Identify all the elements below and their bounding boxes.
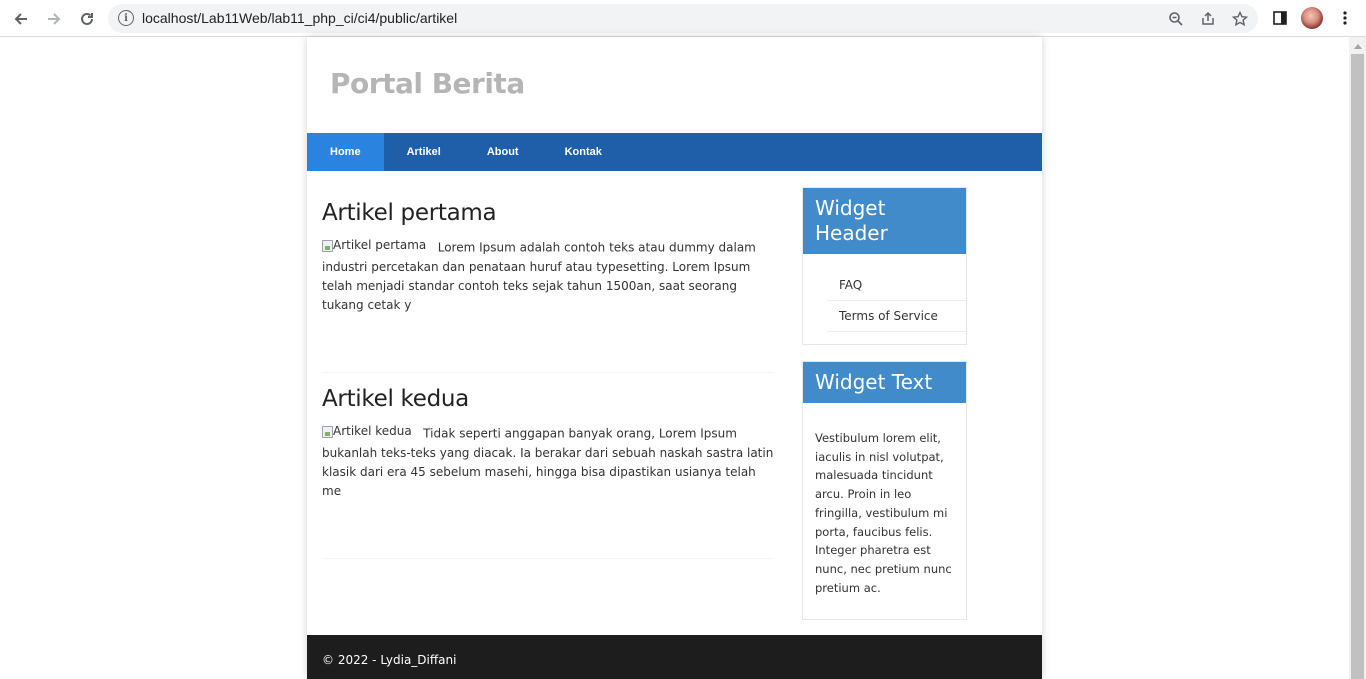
zoom-icon[interactable] <box>1165 8 1187 30</box>
article-item: Artikel kedua Artikel kedua Tidak sepert… <box>322 386 774 559</box>
article-title[interactable]: Artikel kedua <box>322 386 774 412</box>
vertical-scrollbar[interactable] <box>1349 37 1366 679</box>
article-excerpt: Artikel kedua Tidak seperti anggapan ban… <box>322 422 774 501</box>
side-panel-icon[interactable] <box>1269 7 1291 29</box>
reload-button[interactable] <box>74 6 100 32</box>
share-icon[interactable] <box>1197 8 1219 30</box>
back-button[interactable] <box>8 6 34 32</box>
widget-link-faq[interactable]: FAQ <box>827 270 966 301</box>
site-footer: © 2022 - Lydia_Diffani <box>307 635 1042 679</box>
site-title: Portal Berita <box>330 67 525 100</box>
nav-home[interactable]: Home <box>307 133 384 171</box>
widget-text-body: Vestibulum lorem elit, iaculis in nisl v… <box>815 431 952 595</box>
footer-copyright: © 2022 - Lydia_Diffani <box>322 653 457 667</box>
article-image: Artikel pertama <box>322 236 426 255</box>
nav-about[interactable]: About <box>464 133 542 171</box>
widget-links: Widget Header FAQ Terms of Service <box>802 187 967 345</box>
menu-dots-icon[interactable] <box>1334 7 1356 29</box>
scroll-thumb[interactable] <box>1351 54 1364 679</box>
bookmark-star-icon[interactable] <box>1229 8 1251 30</box>
forward-arrow-icon <box>48 13 61 25</box>
scroll-up-arrow-icon[interactable] <box>1349 37 1366 54</box>
widget-link-list: FAQ Terms of Service <box>803 254 966 344</box>
nav-artikel[interactable]: Artikel <box>384 133 464 171</box>
main-nav: Home Artikel About Kontak <box>307 133 1042 171</box>
site-header: Portal Berita <box>307 37 1042 133</box>
page-container: Portal Berita Home Artikel About Kontak … <box>307 37 1042 679</box>
profile-avatar[interactable] <box>1301 7 1323 29</box>
browser-toolbar: i localhost/Lab11Web/lab11_php_ci/ci4/pu… <box>0 0 1366 37</box>
article-image-alt: Artikel pertama <box>333 238 427 252</box>
site-info-icon[interactable]: i <box>118 10 134 26</box>
article-image-alt: Artikel kedua <box>333 424 412 438</box>
widget-link-terms[interactable]: Terms of Service <box>827 301 966 332</box>
article-divider <box>322 558 774 559</box>
article-divider <box>322 372 774 373</box>
reload-icon <box>81 12 93 25</box>
article-title[interactable]: Artikel pertama <box>322 200 774 226</box>
broken-image-icon <box>322 239 333 252</box>
sidebar: Widget Header FAQ Terms of Service Widge… <box>802 187 967 636</box>
forward-button[interactable] <box>41 6 67 32</box>
address-bar[interactable]: i localhost/Lab11Web/lab11_php_ci/ci4/pu… <box>108 4 1258 33</box>
broken-image-icon <box>322 425 333 438</box>
widget-text: Widget Text Vestibulum lorem elit, iacul… <box>802 361 967 621</box>
article-excerpt: Artikel pertama Lorem Ipsum adalah conto… <box>322 236 774 315</box>
article-image: Artikel kedua <box>322 422 412 441</box>
article-list: Artikel pertama Artikel pertama Lorem Ip… <box>322 187 774 559</box>
widget-header-title: Widget Header <box>803 188 966 254</box>
article-item: Artikel pertama Artikel pertama Lorem Ip… <box>322 200 774 373</box>
widget-text-title: Widget Text <box>803 362 966 403</box>
nav-kontak[interactable]: Kontak <box>542 133 625 171</box>
url-text[interactable]: localhost/Lab11Web/lab11_php_ci/ci4/publ… <box>142 10 457 26</box>
back-arrow-icon <box>14 13 27 25</box>
